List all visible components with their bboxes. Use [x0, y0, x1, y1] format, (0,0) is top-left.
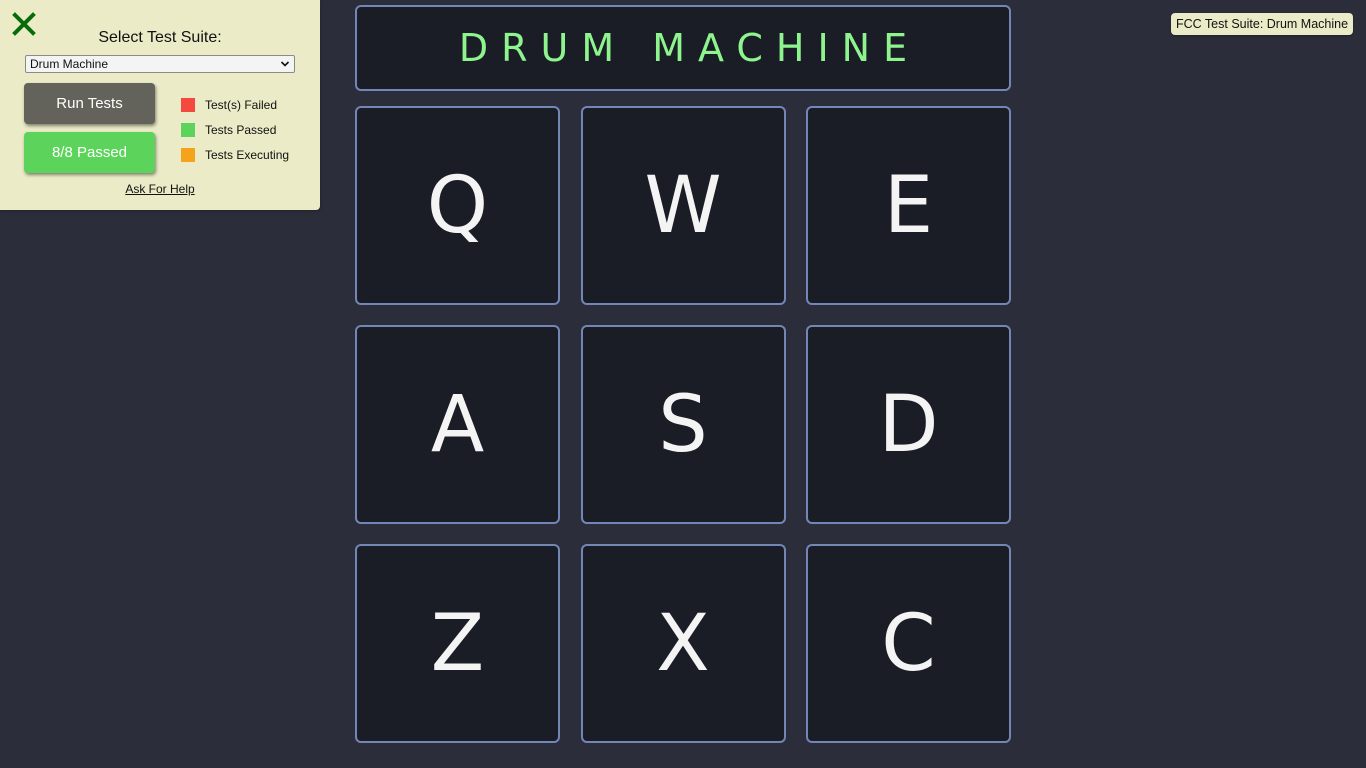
run-tests-button[interactable]: Run Tests	[24, 83, 155, 124]
drum-pad-d[interactable]: D	[806, 325, 1011, 524]
test-status-legend: Test(s) Failed Tests Passed Tests Execut…	[181, 92, 289, 167]
drum-pad-x[interactable]: X	[580, 544, 786, 743]
test-suite-selected-value: Drum Machine	[30, 57, 109, 71]
passed-swatch	[181, 122, 195, 137]
fcc-test-suite-badge[interactable]: FCC Test Suite: Drum Machine	[1171, 13, 1354, 35]
legend-label-passed: Tests Passed	[205, 122, 277, 137]
drum-pad-s[interactable]: S	[580, 325, 786, 524]
drum-pad-c[interactable]: C	[806, 544, 1011, 743]
drum-display: DRUM MACHINE	[355, 5, 1011, 91]
test-suite-select[interactable]: Drum Machine	[25, 55, 295, 73]
tests-passed-button[interactable]: 8/8 Passed	[24, 132, 155, 173]
failed-swatch	[181, 97, 195, 112]
drum-pad-w[interactable]: W	[580, 106, 786, 305]
drum-pad-a[interactable]: A	[355, 325, 560, 524]
legend-label-failed: Test(s) Failed	[205, 97, 278, 112]
legend-item-failed: Test(s) Failed	[181, 92, 289, 117]
drum-pad-z[interactable]: Z	[355, 544, 560, 743]
select-test-suite-label: Select Test Suite:	[98, 29, 222, 46]
legend-label-executing: Tests Executing	[205, 147, 290, 162]
drum-pad-q[interactable]: Q	[355, 106, 560, 305]
legend-item-passed: Tests Passed	[181, 117, 289, 142]
ask-for-help-link[interactable]: Ask For Help	[0, 182, 320, 196]
chevron-down-icon	[280, 61, 290, 67]
executing-swatch	[181, 147, 195, 162]
fcc-test-panel: Select Test Suite: Drum Machine Run Test…	[0, 0, 320, 210]
drum-pad-e[interactable]: E	[806, 106, 1011, 305]
drum-pad-grid: Q W E A S D Z X C	[355, 106, 1011, 743]
legend-item-executing: Tests Executing	[181, 142, 289, 167]
